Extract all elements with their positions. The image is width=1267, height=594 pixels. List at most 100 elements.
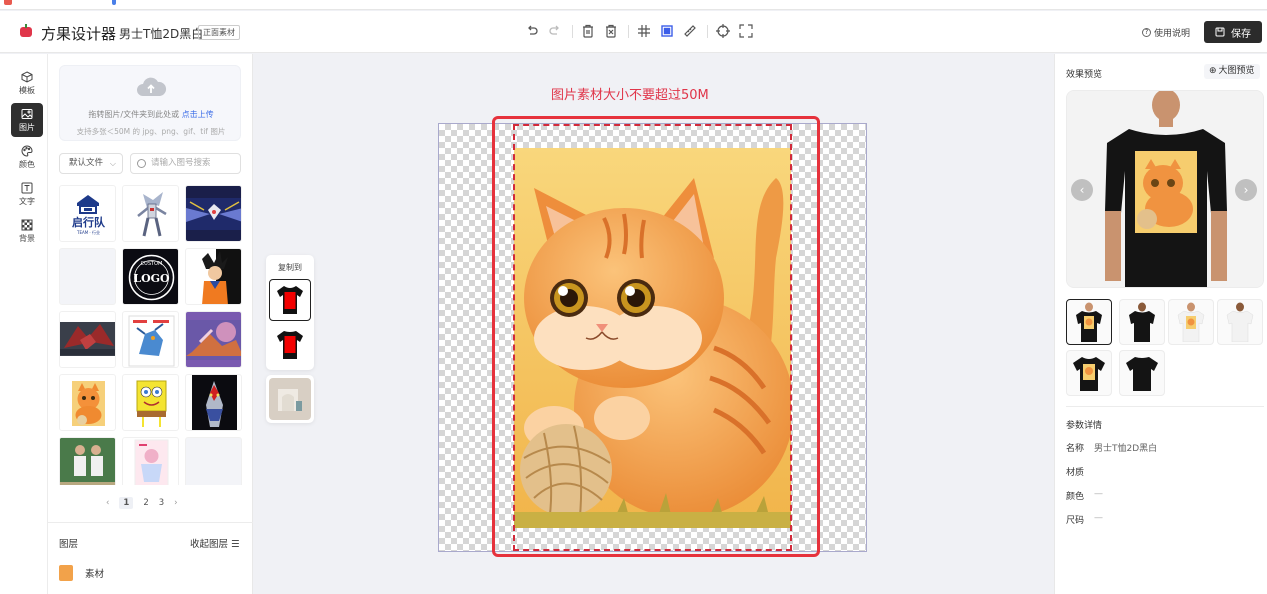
grid-icon[interactable] [636, 23, 652, 39]
photo-thumbnail-icon [60, 438, 115, 485]
collapse-layers-button[interactable]: 收起图层 ☰ [190, 536, 240, 550]
design-name: 男士T恤2D黑白 [119, 27, 204, 41]
crosshair-icon[interactable] [715, 23, 731, 39]
param-value: 男士T恤2D黑白 [1094, 444, 1158, 454]
big-preview-button[interactable]: ⊕ 大图预览 [1204, 64, 1260, 79]
preview-panel: 效果预览 ⊕ 大图预览 ‹ › 参数详情 名称 男士T恤2D黑白 材质 颜色 —… [1054, 54, 1267, 594]
upload-dropzone[interactable]: 拖转图片/文件夹到此处或 点击上传 支持多张＜50M 的 jpg、png、gif… [59, 65, 241, 141]
palette-icon [21, 144, 33, 157]
fullscreen-icon[interactable] [738, 23, 754, 39]
mockup-preview[interactable]: ‹ › [1066, 90, 1264, 288]
divider [707, 25, 708, 38]
divider [48, 522, 253, 523]
clear-all-icon[interactable] [603, 23, 619, 39]
thumb-armored-hero[interactable] [185, 374, 242, 431]
param-key: 材质 [1066, 468, 1085, 478]
copy-target-scene[interactable] [266, 375, 314, 423]
mockup-thumb-black-front-print[interactable] [1066, 299, 1112, 345]
divider [1066, 406, 1264, 407]
print-area-frame [492, 116, 820, 557]
page-1[interactable]: 1 [119, 497, 134, 509]
team-logo-icon: 启行队 TEAM · 行业 [72, 195, 106, 235]
sponge-character-icon [136, 380, 167, 427]
mecha-image-icon [186, 198, 241, 230]
thumb-blue-dragon-card[interactable] [122, 311, 179, 368]
rail-item-template[interactable]: 模板 [11, 66, 43, 100]
thumb-mecha-wings[interactable] [185, 185, 242, 242]
param-value: — [1094, 513, 1104, 523]
left-rail: 模板 图片 颜色 文字 背景 [0, 54, 48, 594]
delete-icon[interactable] [580, 23, 596, 39]
prev-page-icon[interactable]: ‹ [106, 498, 109, 508]
redo-icon[interactable] [547, 23, 563, 39]
big-preview-label: 大图预览 [1218, 66, 1255, 76]
thumb-anime-poster[interactable] [122, 437, 179, 485]
save-button[interactable]: 保存 [1204, 21, 1262, 43]
image-grid: 启行队 TEAM · 行业 CUSTOM LOGO [59, 185, 243, 485]
size-warning: 图片素材大小不要超过50M [551, 88, 709, 103]
mockup-thumb-black-back[interactable] [1119, 299, 1165, 345]
thumb-fantasy-art[interactable] [185, 311, 242, 368]
thumb-sponge[interactable] [122, 374, 179, 431]
mockup-thumb-white-back[interactable] [1217, 299, 1263, 345]
poster-thumbnail-icon [134, 439, 169, 485]
thumb-dragon[interactable] [59, 311, 116, 368]
svg-text:启行队: 启行队 [72, 215, 106, 229]
folder-select[interactable]: 默认文件 ⌵ [59, 153, 123, 174]
rail-item-text[interactable]: 文字 [11, 177, 43, 211]
click-upload-link[interactable]: 点击上传 [182, 110, 214, 119]
mockup-thumb-flat-front[interactable] [1066, 350, 1112, 396]
page-3[interactable]: 3 [159, 498, 164, 508]
copy-target-back[interactable] [269, 324, 311, 366]
search-input[interactable]: 请输入图号搜索 [130, 153, 241, 174]
copy-target-front[interactable] [269, 279, 311, 321]
param-row-name: 名称 男士T恤2D黑白 [1066, 441, 1157, 454]
thumb-custom-logo[interactable]: CUSTOM LOGO [122, 248, 179, 305]
rail-item-background[interactable]: 背景 [11, 214, 43, 248]
rail-item-image[interactable]: 图片 [11, 103, 43, 137]
thumb-anime-fighter[interactable] [185, 248, 242, 305]
save-icon [1215, 27, 1225, 37]
app-title: 方果设计器 [41, 25, 117, 43]
ruler-icon[interactable] [682, 23, 698, 39]
upload-hint-text: 拖转图片/文件夹到此处或 [88, 110, 180, 119]
side-badge[interactable]: 正面素材 [198, 25, 240, 40]
mockup-thumb-flat-back[interactable] [1119, 350, 1165, 396]
mockup-thumb-white-front[interactable] [1168, 299, 1214, 345]
layer-name: 素材 [85, 569, 105, 580]
preview-prev-arrow[interactable]: ‹ [1071, 179, 1093, 201]
dragon-card-icon [128, 315, 175, 367]
thumb-robot[interactable] [122, 185, 179, 242]
image-panel: 拖转图片/文件夹到此处或 点击上传 支持多张＜50M 的 jpg、png、gif… [48, 54, 253, 594]
rail-item-color[interactable]: 颜色 [11, 140, 43, 174]
folder-select-value: 默认文件 [69, 158, 104, 168]
preview-next-arrow[interactable]: › [1235, 179, 1257, 201]
custom-logo-icon: CUSTOM LOGO [128, 254, 175, 301]
layers-title: 图层 [59, 539, 79, 550]
thumb-blank-2[interactable] [185, 437, 242, 485]
bounding-box-icon[interactable] [659, 23, 675, 39]
param-row-material: 材质 [1066, 465, 1094, 478]
thumb-couple-photo[interactable] [59, 437, 116, 485]
tshirt-mockup-icon [1226, 302, 1254, 342]
save-label: 保存 [1231, 28, 1251, 40]
page-2[interactable]: 2 [143, 498, 148, 508]
thumb-blank[interactable] [59, 248, 116, 305]
tshirt-mockup-icon [1129, 302, 1155, 342]
thumb-team-logo[interactable]: 启行队 TEAM · 行业 [59, 185, 116, 242]
help-link[interactable]: ? 使用说明 [1142, 26, 1190, 39]
preview-title: 效果预览 [1066, 70, 1103, 80]
fantasy-image-icon [186, 320, 241, 360]
layer-item[interactable]: 素材 [59, 562, 241, 584]
search-placeholder: 请输入图号搜索 [151, 158, 211, 168]
param-value: — [1094, 489, 1104, 499]
rail-item-label: 图片 [19, 122, 35, 132]
layer-thumbnail [59, 565, 73, 581]
thumb-orange-cat[interactable] [59, 374, 116, 431]
param-key: 名称 [1066, 444, 1085, 454]
cloud-upload-icon [137, 77, 167, 96]
text-icon [21, 182, 33, 193]
next-page-icon[interactable]: › [174, 498, 177, 508]
copy-to-label: 复制到 [278, 263, 302, 272]
undo-icon[interactable] [524, 23, 540, 39]
